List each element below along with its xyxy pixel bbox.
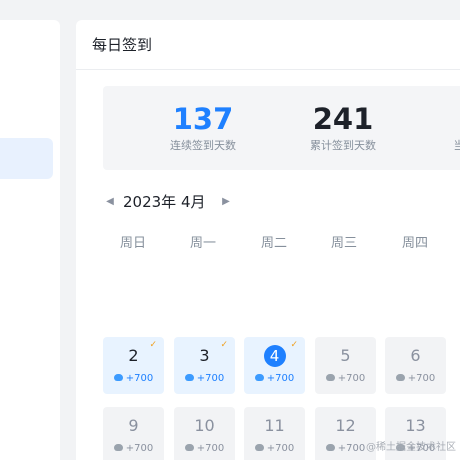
reward: +700 [103, 442, 164, 456]
day-number-text: 11 [264, 416, 285, 435]
stat-consecutive-days: 137 连续签到天数 [143, 86, 263, 170]
reward-text: +700 [266, 443, 295, 454]
calendar-day[interactable]: 2 ✓ +700 [103, 337, 164, 394]
ore-gem-icon [325, 373, 335, 381]
reward-text: +700 [337, 373, 366, 384]
weekday-thu: 周四 [401, 236, 428, 251]
day-number-text: 2 [128, 346, 139, 365]
reward-text: +700 [407, 373, 436, 384]
calendar-day[interactable]: 5 +700 [315, 337, 376, 394]
stat-label: 当前矿石数 [453, 139, 460, 152]
weekday-header: 周日 周一 周二 周三 周四 [103, 235, 460, 253]
day-number-text: 13 [405, 416, 426, 435]
reward-text: +700 [266, 373, 295, 384]
day-number: 6 [385, 345, 446, 367]
weekday-mon: 周一 [189, 236, 216, 251]
month-nav: ◀ 2023年 4月 ▶ [103, 191, 253, 213]
sign-in-card: 每日签到 137 连续签到天数 241 累计签到天数 12 当前矿石数 ◀ 20… [76, 20, 460, 460]
card-title: 每日签到 [92, 36, 153, 54]
check-icon: ✓ [290, 340, 298, 350]
check-icon: ✓ [149, 340, 157, 350]
ore-gem-icon [254, 373, 264, 381]
calendar-day[interactable]: 6 +700 [385, 337, 446, 394]
calendar-day[interactable]: 11 +700 [244, 407, 305, 460]
check-icon: ✓ [220, 340, 228, 350]
ore-gem-icon [113, 443, 123, 451]
reward: +700 [244, 442, 305, 456]
chevron-right-icon[interactable]: ▶ [219, 194, 233, 210]
reward-text: +700 [125, 443, 154, 454]
reward: +700 [315, 372, 376, 386]
stat-total-days: 241 累计签到天数 [283, 86, 403, 170]
day-number-text: 9 [128, 416, 139, 435]
watermark: @稀土掘金技术社区 [366, 442, 456, 453]
weekday-tue: 周二 [260, 236, 287, 251]
calendar-day[interactable]: 10 +700 [174, 407, 235, 460]
stat-value: 137 [172, 102, 234, 136]
day-number-text: 4 [263, 345, 286, 367]
calendar-day[interactable]: 4 ✓ +700 [244, 337, 305, 394]
ore-gem-icon [184, 443, 194, 451]
day-number-text: 6 [410, 346, 421, 365]
reward: +700 [385, 372, 446, 386]
ore-gem-icon [325, 443, 335, 451]
card-header: 每日签到 [76, 20, 460, 70]
reward-text: +700 [196, 443, 225, 454]
stat-value: 12 [421, 102, 460, 136]
ore-gem-icon [395, 373, 405, 381]
day-number: 11 [244, 415, 305, 437]
sidebar [0, 20, 60, 460]
calendar-day[interactable]: 9 +700 [103, 407, 164, 460]
day-number-text: 3 [199, 346, 210, 365]
reward: +700 [103, 372, 164, 386]
ore-gem-icon [184, 373, 194, 381]
ore-gem-icon [113, 373, 123, 381]
ore-gem-icon [254, 443, 264, 451]
weekday-wed: 周三 [330, 236, 357, 251]
stat-label: 累计签到天数 [310, 139, 376, 152]
stat-current-ore: 12 当前矿石数 [421, 86, 460, 170]
weekday-sun: 周日 [119, 236, 146, 251]
day-number: 13 [385, 415, 446, 437]
day-number-text: 12 [335, 416, 356, 435]
stat-value: 241 [312, 102, 374, 136]
day-number-text: 5 [340, 346, 351, 365]
day-number: 9 [103, 415, 164, 437]
day-number-text: 10 [194, 416, 215, 435]
reward-text: +700 [196, 373, 225, 384]
reward-text: +700 [125, 373, 154, 384]
sidebar-item-active[interactable] [0, 138, 53, 179]
day-number: 5 [315, 345, 376, 367]
reward: +700 [174, 372, 235, 386]
chevron-left-icon[interactable]: ◀ [103, 194, 117, 210]
day-number: 10 [174, 415, 235, 437]
stat-label: 连续签到天数 [170, 139, 236, 152]
calendar-day[interactable]: 3 ✓ +700 [174, 337, 235, 394]
reward: +700 [174, 442, 235, 456]
month-title: 2023年 4月 [123, 193, 206, 211]
stats-panel: 137 连续签到天数 241 累计签到天数 12 当前矿石数 [103, 86, 460, 170]
reward: +700 [244, 372, 305, 386]
reward-text: +700 [337, 443, 366, 454]
day-number: 12 [315, 415, 376, 437]
